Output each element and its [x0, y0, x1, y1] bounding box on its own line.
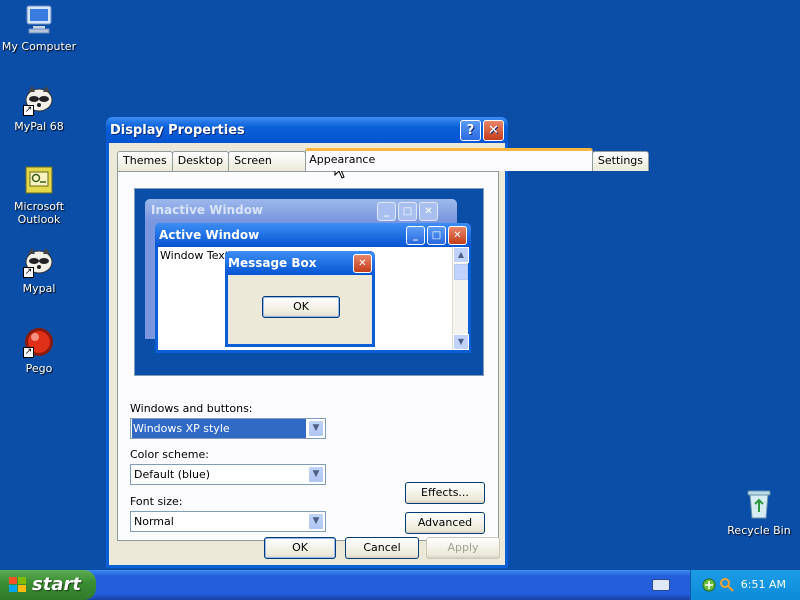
system-tray: 6:51 AM: [690, 570, 800, 600]
keyboard-icon[interactable]: [652, 579, 670, 591]
help-icon: ?: [466, 122, 475, 138]
taskbar: start 6:51 AM: [0, 570, 800, 600]
network-icon[interactable]: [701, 577, 717, 593]
clock[interactable]: 6:51 AM: [741, 578, 786, 591]
maximize-icon: □: [398, 202, 417, 221]
raccoon-icon: ↗: [23, 246, 55, 278]
desktop-icon-microsoft-outlook[interactable]: Microsoft Outlook: [0, 164, 78, 226]
preview-message-titlebar: Message Box ✕: [225, 251, 375, 275]
maximize-icon: □: [427, 225, 446, 245]
cancel-button[interactable]: Cancel: [345, 537, 419, 559]
font-size-select[interactable]: Normal ▼: [130, 511, 326, 532]
shortcut-arrow-icon: ↗: [23, 267, 34, 278]
preview-message-title: Message Box: [228, 256, 317, 270]
search-icon[interactable]: [719, 577, 735, 593]
start-button[interactable]: start: [0, 570, 96, 600]
red-ball-icon: ↗: [23, 326, 55, 358]
close-button[interactable]: ✕: [483, 119, 504, 141]
appearance-panel: Inactive Window _ □ ✕ Active Window _ □ …: [117, 171, 499, 541]
chevron-down-icon[interactable]: ▼: [308, 466, 324, 483]
preview-inactive-controls: _ □ ✕: [375, 202, 438, 221]
close-icon: ✕: [419, 202, 438, 221]
scroll-thumb: [454, 264, 468, 280]
dialog-body: Themes Desktop Screen Saver Appearance S…: [109, 143, 650, 565]
raccoon-icon: ↗: [23, 84, 55, 116]
preview-scrollbar: ▲ ▼: [452, 247, 469, 350]
minimize-icon: _: [377, 202, 396, 221]
desktop-icon-label: MyPal 68: [14, 120, 64, 133]
close-icon: ✕: [448, 225, 467, 245]
computer-icon: [23, 4, 55, 36]
tab-strip: Themes Desktop Screen Saver Appearance S…: [117, 148, 650, 185]
tab-themes[interactable]: Themes: [117, 151, 173, 171]
tab-desktop[interactable]: Desktop: [171, 151, 230, 171]
start-label: start: [32, 574, 81, 595]
scroll-up-icon: ▲: [453, 247, 469, 263]
windows-buttons-select[interactable]: Windows XP style ▼: [130, 418, 326, 439]
desktop-icon-mypal-68[interactable]: ↗ MyPal 68: [0, 84, 78, 133]
advanced-button[interactable]: Advanced: [405, 512, 485, 534]
preview-message-body: OK: [228, 275, 372, 344]
apply-button[interactable]: Apply: [426, 537, 500, 559]
window-title: Display Properties: [110, 122, 245, 138]
color-scheme-label: Color scheme:: [130, 448, 209, 461]
color-scheme-value: Default (blue): [134, 468, 211, 481]
preview-active-titlebar: Active Window _ □ ✕: [155, 223, 471, 247]
windows-buttons-value: Windows XP style: [132, 419, 306, 438]
tab-screen-saver[interactable]: Screen Saver: [228, 151, 307, 185]
chevron-down-icon[interactable]: ▼: [308, 420, 324, 437]
shortcut-arrow-icon: ↗: [23, 347, 34, 358]
preview-message-box: Message Box ✕ OK: [225, 251, 375, 347]
effects-button[interactable]: Effects...: [405, 482, 485, 504]
window-titlebar[interactable]: Display Properties ? ✕: [106, 117, 508, 143]
tab-settings[interactable]: Settings: [591, 151, 650, 171]
desktop-icon-label: Mypal: [22, 282, 56, 295]
preview-window-text: Window Text: [160, 249, 230, 262]
display-properties-window: Display Properties ? ✕ Themes Desktop Sc…: [106, 117, 650, 568]
help-button[interactable]: ?: [460, 119, 481, 141]
recycle-bin-icon: [743, 488, 775, 520]
preview-ok-button: OK: [262, 296, 340, 318]
scroll-down-icon: ▼: [453, 334, 469, 350]
close-icon: ✕: [353, 253, 372, 273]
desktop-icon-label: Recycle Bin: [727, 524, 791, 537]
desktop-icon-recycle-bin[interactable]: Recycle Bin: [720, 488, 798, 537]
tab-appearance[interactable]: Appearance: [305, 148, 593, 171]
font-size-value: Normal: [134, 515, 174, 528]
windows-buttons-label: Windows and buttons:: [130, 402, 253, 415]
color-scheme-select[interactable]: Default (blue) ▼: [130, 464, 326, 485]
close-icon: ✕: [488, 122, 499, 138]
chevron-down-icon[interactable]: ▼: [308, 513, 324, 530]
desktop-icon-label: Pego: [25, 362, 53, 375]
desktop-icon-label: Microsoft Outlook: [13, 200, 65, 226]
outlook-icon: [23, 164, 55, 196]
preview-active-title: Active Window: [159, 228, 260, 242]
minimize-icon: _: [406, 225, 425, 245]
desktop-icon-label: My Computer: [1, 40, 77, 53]
desktop-icon-my-computer[interactable]: My Computer: [0, 4, 78, 53]
font-size-label: Font size:: [130, 495, 183, 508]
ok-button[interactable]: OK: [264, 537, 336, 559]
appearance-preview: Inactive Window _ □ ✕ Active Window _ □ …: [134, 188, 484, 376]
shortcut-arrow-icon: ↗: [23, 105, 34, 116]
desktop-icon-pego[interactable]: ↗ Pego: [0, 326, 78, 375]
windows-logo-icon: [9, 577, 27, 593]
desktop-icon-mypal[interactable]: ↗ Mypal: [0, 246, 78, 295]
